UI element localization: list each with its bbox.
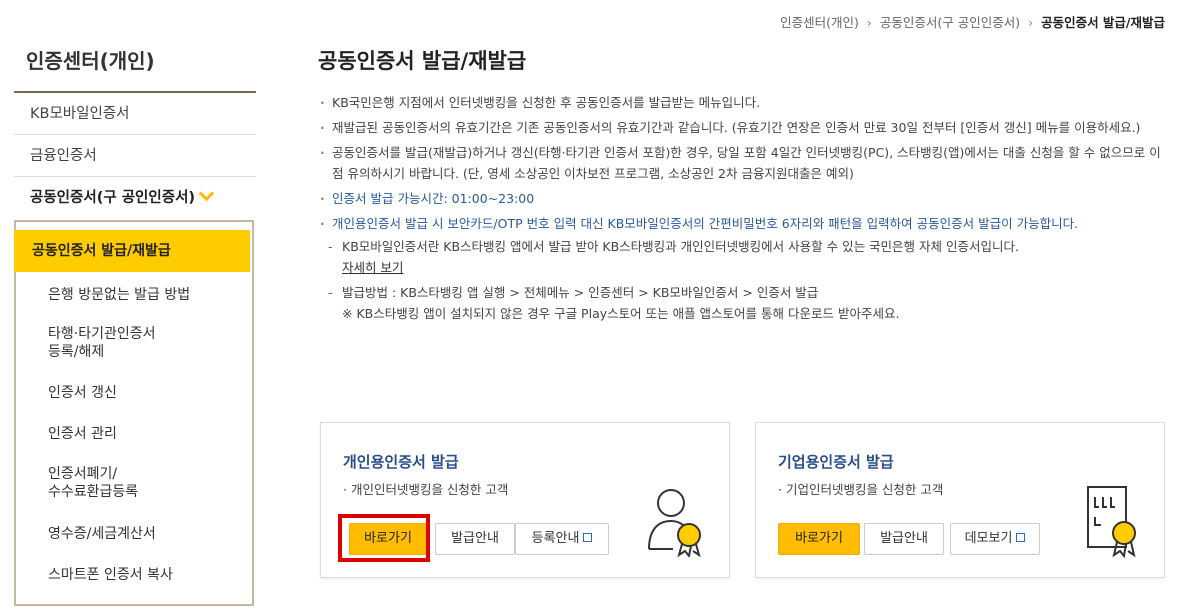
breadcrumb-separator: › — [1028, 15, 1034, 30]
chevron-down-icon — [198, 185, 215, 202]
breadcrumb-current: 공동인증서 발급/재발급 — [1041, 15, 1165, 30]
submenu-item-other-bank-register[interactable]: 타행·타기관인증서 등록/해제 — [48, 325, 284, 361]
highlight-box — [338, 514, 430, 562]
card-title: 기업용인증서 발급 — [778, 453, 894, 471]
info-item-time: 인증서 발급 가능시간: 01:00~23:00 — [318, 188, 1164, 209]
corporate-demo-button[interactable]: 데모보기 — [950, 523, 1040, 555]
info-sub-item: 발급방법 : KB스타뱅킹 앱 실행 > 전체메뉴 > 인증센터 > KB모바일… — [318, 282, 1164, 324]
document-certificate-icon — [1087, 486, 1136, 559]
submenu-item-renew[interactable]: 인증서 갱신 — [48, 384, 284, 402]
submenu-item-revoke-refund[interactable]: 인증서폐기/ 수수료환급등록 — [48, 465, 284, 501]
card-desc: · 기업인터넷뱅킹을 신청한 고객 — [778, 482, 944, 497]
info-list: KB국민은행 지점에서 인터넷뱅킹을 신청한 후 공동인증서를 발급받는 메뉴입… — [318, 92, 1164, 328]
sidebar-title: 인증센터(개인) — [26, 49, 155, 73]
breadcrumb-item-joint-cert[interactable]: 공동인증서(구 공인인증서) — [880, 15, 1020, 30]
corporate-guide-button[interactable]: 발급안내 — [864, 523, 944, 555]
breadcrumb-item-auth-center[interactable]: 인증센터(개인) — [780, 15, 859, 30]
corporate-go-button[interactable]: 바로가기 — [778, 523, 860, 555]
card-desc: · 개인인터넷뱅킹을 신청한 고객 — [343, 482, 509, 497]
info-item-mobile-cert: 개인용인증서 발급 시 보안카드/OTP 번호 입력 대신 KB모바일인증서의 … — [318, 213, 1164, 234]
submenu-item-smartphone-copy[interactable]: 스마트폰 인증서 복사 — [48, 566, 284, 584]
personal-guide-button[interactable]: 발급안내 — [435, 523, 515, 555]
sidebar-item-kb-mobile-cert[interactable]: KB모바일인증서 — [14, 93, 256, 135]
submenu-item-manage[interactable]: 인증서 관리 — [48, 425, 284, 443]
person-certificate-icon — [648, 489, 701, 557]
sidebar-item-label: 금융인증서 — [30, 148, 97, 164]
card-title: 개인용인증서 발급 — [343, 453, 459, 471]
external-link-icon — [1016, 533, 1026, 542]
detail-link[interactable]: 자세히 보기 — [342, 260, 403, 275]
info-sub-item: KB모바일인증서란 KB스타뱅킹 앱에서 발급 받아 KB스타뱅킹과 개인인터넷… — [318, 236, 1164, 278]
button-label: 등록안내 — [531, 531, 580, 546]
info-sub-text: 발급방법 : KB스타뱅킹 앱 실행 > 전체메뉴 > 인증센터 > KB모바일… — [342, 285, 819, 300]
corporate-cert-card: 기업용인증서 발급 · 기업인터넷뱅킹을 신청한 고객 바로가기 발급안내 데모… — [755, 422, 1165, 578]
info-sub-note: ※ KB스타뱅킹 앱이 설치되지 않은 경우 구글 Play스토어 또는 애플 … — [342, 306, 900, 321]
info-item: KB국민은행 지점에서 인터넷뱅킹을 신청한 후 공동인증서를 발급받는 메뉴입… — [318, 92, 1164, 113]
sidebar-submenu — [14, 220, 254, 606]
info-item: 재발급된 공동인증서의 유효기간은 기존 공동인증서의 유효기간과 같습니다. … — [318, 117, 1164, 138]
submenu-item-no-visit-issue[interactable]: 은행 방문없는 발급 방법 — [48, 286, 284, 304]
personal-register-button[interactable]: 등록안내 — [515, 523, 609, 555]
info-sub-text: KB모바일인증서란 KB스타뱅킹 앱에서 발급 받아 KB스타뱅킹과 개인인터넷… — [342, 239, 1019, 254]
breadcrumb-separator: › — [866, 15, 872, 30]
sidebar-item-label: KB모바일인증서 — [30, 106, 130, 122]
sidebar-item-label: 공동인증서(구 공인인증서) — [30, 190, 196, 206]
sidebar-item-financial-cert[interactable]: 금융인증서 — [14, 135, 256, 177]
breadcrumb: 인증센터(개인) › 공동인증서(구 공인인증서) › 공동인증서 발급/재발급 — [780, 12, 1165, 31]
external-link-icon — [583, 533, 593, 542]
submenu-item-receipt-tax[interactable]: 영수증/세금계산서 — [48, 525, 284, 543]
submenu-item-issue-reissue[interactable]: 공동인증서 발급/재발급 — [14, 230, 250, 272]
page-title: 공동인증서 발급/재발급 — [318, 49, 527, 73]
info-item: 공동인증서를 발급(재발급)하거나 갱신(타행·타기관 인증서 포함)한 경우,… — [318, 142, 1164, 184]
button-label: 데모보기 — [964, 531, 1013, 546]
sidebar-item-joint-cert[interactable]: 공동인증서(구 공인인증서) — [14, 177, 256, 219]
